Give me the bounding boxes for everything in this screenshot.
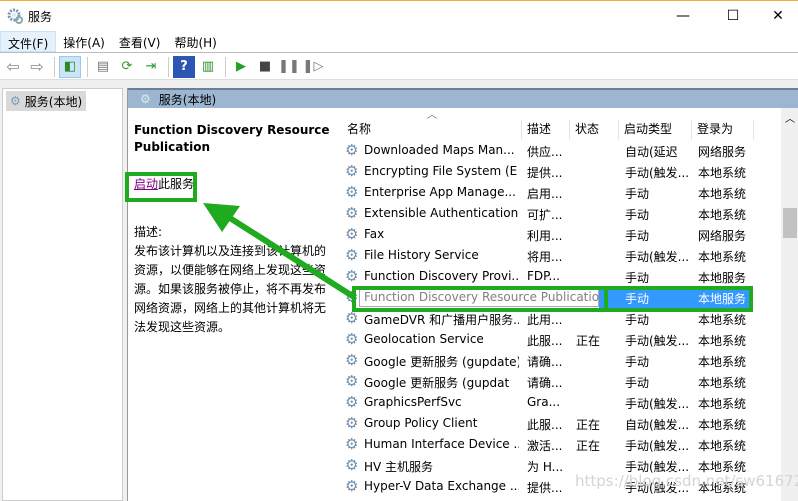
arrow-shaft: [220, 210, 356, 300]
watermark: https://blog.csdn.net/sw616729: [575, 472, 798, 490]
annotation-arrow: [203, 203, 356, 300]
